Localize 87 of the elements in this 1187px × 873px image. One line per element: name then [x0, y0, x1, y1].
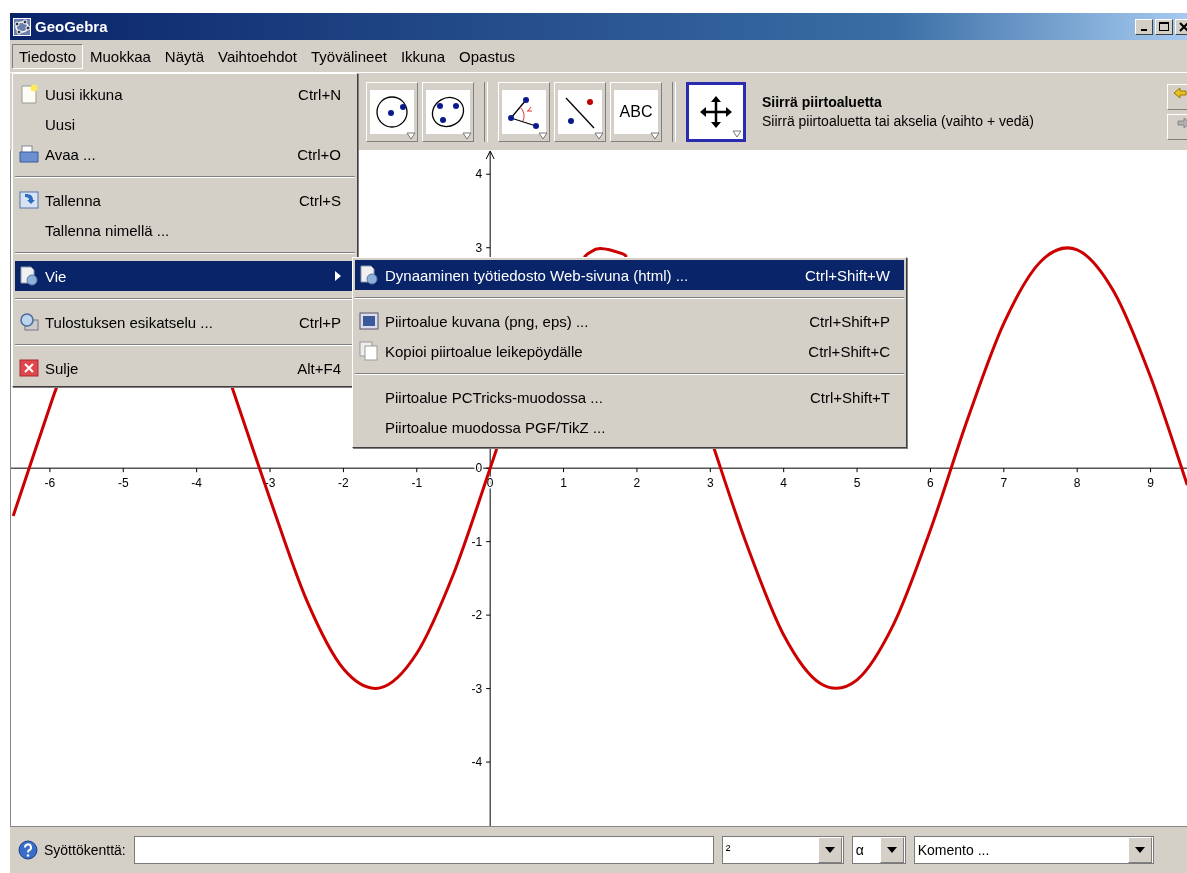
shortcut-text: Ctrl+Shift+C — [808, 342, 890, 360]
x-tick-label: 8 — [1073, 476, 1081, 491]
menu-bar-item[interactable]: Opastus — [452, 43, 522, 69]
caret-icon — [823, 846, 836, 854]
shortcut-text: Ctrl+Shift+T — [809, 388, 890, 406]
help-icon[interactable] — [18, 840, 38, 860]
folder-icon — [19, 144, 39, 164]
tool-help-text: Siirrä piirtoaluetta tai akselia (vaihto + vedä) — [762, 113, 1034, 129]
x-tick-label: 9 — [1147, 476, 1154, 491]
y-tick-label: -1 — [471, 534, 483, 549]
y-tick-label: 4 — [475, 167, 483, 182]
dropdown-triangle-icon — [406, 131, 416, 140]
x-tick-label: -5 — [117, 476, 129, 491]
export-icon — [359, 265, 379, 285]
menu-item[interactable]: Vie — [15, 261, 355, 291]
dropdown-triangle-icon — [732, 129, 742, 138]
menu-bar-item[interactable]: Vaihtoehdot — [211, 43, 304, 69]
x-tick-label: -4 — [191, 476, 202, 491]
menu-item[interactable]: Piirtoalue PCTricks-muodossa ... Ctrl+Shift+T — [355, 382, 904, 412]
menu-item[interactable]: Dynaaminen työtiedosto Web-sivuna (html) ... Ctrl+Shift+W — [355, 260, 904, 290]
tool-name: Siirrä piirtoaluetta — [762, 94, 883, 110]
export-icon — [19, 266, 39, 286]
shortcut-text: Ctrl+Shift+W — [804, 266, 890, 284]
x-tick-label: -3 — [264, 476, 276, 491]
minimize-button[interactable] — [1135, 18, 1153, 35]
tool-button[interactable] — [686, 81, 746, 142]
close-icon — [1179, 21, 1187, 32]
menu-item[interactable]: Piirtoalue kuvana (png, eps) ... Ctrl+Shift+P — [355, 306, 904, 336]
x-tick-label: -6 — [44, 476, 56, 491]
close-icon — [19, 358, 39, 378]
menu-bar-item[interactable]: Työvälineet — [304, 43, 394, 69]
input-field[interactable] — [133, 836, 714, 864]
greek-letter-dropdown[interactable]: α — [851, 836, 906, 864]
x-tick-label: 3 — [706, 476, 714, 491]
menu-item[interactable]: Piirtoalue muodossa PGF/TikZ ... — [355, 412, 904, 442]
menu-item[interactable]: Avaa ... Ctrl+O — [15, 139, 355, 169]
dropdown-triangle-icon — [538, 131, 548, 140]
shortcut-text: Ctrl+Shift+P — [809, 312, 890, 330]
x-tick-label: 4 — [780, 476, 788, 491]
menu-bar-item[interactable]: Tiedosto — [12, 43, 83, 69]
maximize-button[interactable] — [1155, 18, 1173, 35]
shortcut-text: Ctrl+N — [298, 85, 341, 103]
y-tick-label: -2 — [471, 608, 483, 623]
menu-item[interactable]: Sulje Alt+F4 — [15, 353, 355, 383]
menu-item[interactable]: Uusi — [15, 109, 355, 139]
shortcut-text: Ctrl+P — [298, 313, 341, 331]
x-tick-label: 2 — [633, 476, 641, 491]
circle-points-icon — [374, 93, 410, 130]
menu-bar-item[interactable]: Ikkuna — [393, 43, 453, 69]
shortcut-text: Ctrl+O — [297, 145, 341, 163]
x-tick-label: 7 — [1000, 476, 1008, 491]
x-tick-label: 6 — [927, 476, 934, 491]
caret-icon — [1133, 846, 1146, 854]
minimize-icon — [1141, 28, 1147, 31]
new-document-icon — [19, 84, 39, 104]
close-button[interactable] — [1175, 18, 1187, 35]
menu-bar-item[interactable]: Näytä — [157, 43, 212, 69]
command-dropdown[interactable]: Komento ... — [913, 836, 1154, 864]
x-tick-label: 5 — [853, 476, 861, 491]
y-tick-label: 3 — [475, 240, 483, 255]
menu-item[interactable]: Tulostuksen esikatselu ... Ctrl+P — [15, 307, 355, 337]
copy-icon — [359, 341, 379, 361]
shortcut-text: Ctrl+S — [298, 191, 341, 209]
menu-item[interactable]: Tallenna Ctrl+S — [15, 185, 355, 215]
magnifier-icon — [19, 312, 39, 332]
window-title: GeoGebra — [35, 18, 108, 35]
y-tick-label: -4 — [471, 755, 483, 770]
dropdown-triangle-icon — [650, 131, 660, 140]
input-label: Syöttökenttä: — [44, 842, 126, 858]
y-tick-label: -3 — [471, 681, 483, 696]
menu-bar-item[interactable]: Muokkaa — [83, 43, 158, 69]
image-icon — [359, 311, 379, 331]
dropdown-triangle-icon — [462, 131, 472, 140]
save-icon — [19, 190, 39, 210]
x-tick-label: -2 — [338, 476, 349, 491]
tool-button[interactable]: ABC — [610, 81, 662, 142]
caret-icon — [885, 846, 898, 854]
x-tick-label: 1 — [560, 476, 567, 491]
app-logo-icon — [13, 17, 31, 36]
menu-item[interactable]: Uusi ikkuna Ctrl+N — [15, 79, 355, 109]
shortcut-text: Alt+F4 — [297, 359, 341, 377]
dropdown-triangle-icon — [594, 131, 604, 140]
menu-item[interactable]: Kopioi piirtoalue leikepöydälle Ctrl+Shift+C — [355, 336, 904, 366]
menu-item[interactable]: Tallenna nimellä ... — [15, 215, 355, 245]
symbol-dropdown[interactable]: ² — [721, 836, 844, 864]
maximize-icon — [1159, 21, 1169, 32]
x-tick-label: -1 — [411, 476, 423, 491]
